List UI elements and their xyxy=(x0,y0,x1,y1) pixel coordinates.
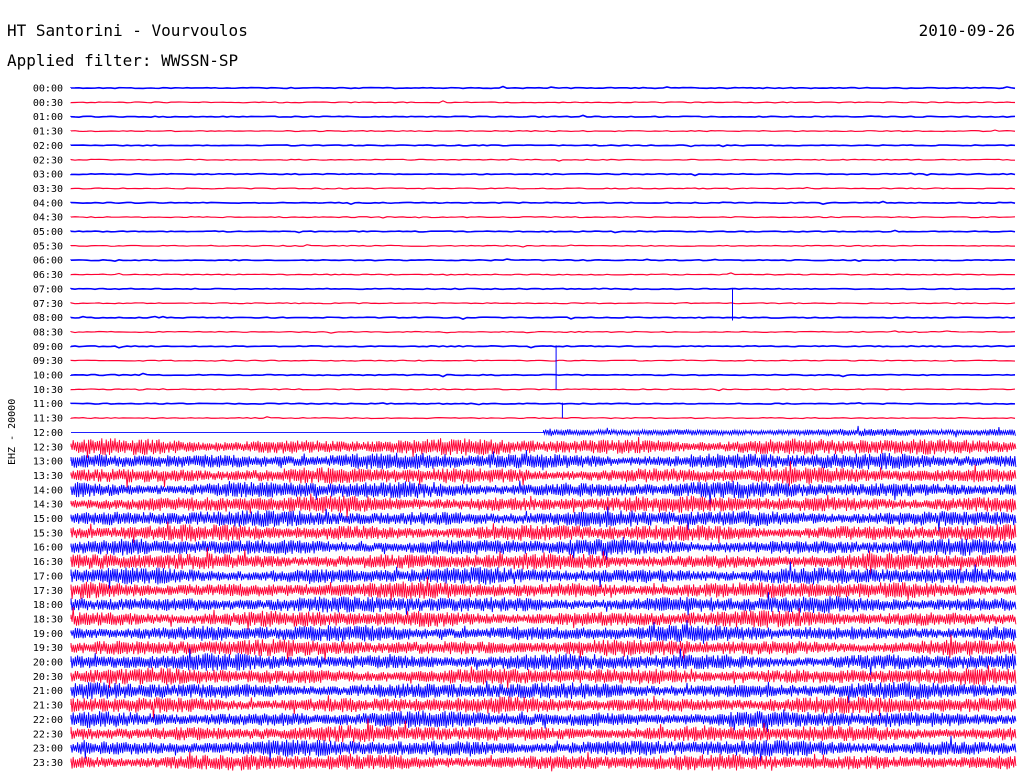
trace-row xyxy=(70,200,1016,206)
row-time-label: 09:30 xyxy=(33,356,63,367)
row-time-label: 01:00 xyxy=(33,112,63,123)
trace-row xyxy=(70,244,1016,248)
trace-row xyxy=(70,695,1017,719)
row-time-label: 11:30 xyxy=(33,414,63,425)
trace-row xyxy=(70,114,1016,118)
row-time-label: 15:00 xyxy=(33,514,63,525)
row-time-label: 22:30 xyxy=(33,729,63,740)
row-time-label: 21:30 xyxy=(33,701,63,712)
trace-row xyxy=(70,416,1016,420)
row-time-label: 10:00 xyxy=(33,371,63,382)
trace-row xyxy=(70,315,1016,320)
row-time-label: 16:30 xyxy=(33,557,63,568)
row-time-label: 07:00 xyxy=(33,284,63,295)
helicorder-plot: 00:00 00:30 01:00 01:30 02:00 02:30 03:00 03:30… xyxy=(7,84,1017,772)
helicorder-page: HT Santorini - Vourvoulos 2010-09-26 App… xyxy=(0,0,1024,780)
trace-row xyxy=(70,144,1016,148)
row-time-label: 21:00 xyxy=(33,686,63,697)
row-time-label: 11:00 xyxy=(33,399,63,410)
trace-row xyxy=(70,372,1016,378)
row-time-label: 01:30 xyxy=(33,127,63,138)
row-time-label: 14:30 xyxy=(33,500,63,511)
row-time-label: 02:30 xyxy=(33,155,63,166)
row-label-group: 00:00 00:30 01:00 01:30 02:00 02:30 03:00 03:30… xyxy=(33,84,63,769)
trace-row xyxy=(70,100,1016,104)
trace-row xyxy=(70,172,1016,177)
trace-group xyxy=(70,85,1017,772)
trace-row xyxy=(70,592,1017,616)
trace-row xyxy=(70,287,1016,291)
row-time-label: 19:00 xyxy=(33,629,63,640)
row-time-label: 07:30 xyxy=(33,299,63,310)
trace-row xyxy=(70,751,1017,772)
trace-row xyxy=(70,302,1016,305)
trace-row xyxy=(70,680,1017,704)
row-time-label: 08:30 xyxy=(33,327,63,338)
row-time-label: 12:00 xyxy=(33,428,63,439)
row-time-label: 06:30 xyxy=(33,270,63,281)
row-time-label: 14:00 xyxy=(33,485,63,496)
trace-row xyxy=(70,607,1017,630)
trace-row xyxy=(70,158,1016,162)
trace-row xyxy=(70,85,1016,90)
row-time-label: 10:30 xyxy=(33,385,63,396)
row-time-label: 04:00 xyxy=(33,198,63,209)
trace-row xyxy=(70,521,1017,544)
trace-row xyxy=(70,493,1017,518)
trace-row xyxy=(70,186,1016,190)
row-time-label: 03:30 xyxy=(33,184,63,195)
trace-row xyxy=(70,436,1017,458)
row-time-label: 23:00 xyxy=(33,744,63,755)
row-time-label: 20:00 xyxy=(33,658,63,669)
row-time-label: 17:00 xyxy=(33,571,63,582)
trace-row xyxy=(70,388,1016,392)
row-time-label: 04:30 xyxy=(33,213,63,224)
row-time-label: 13:30 xyxy=(33,471,63,482)
trace-row xyxy=(70,359,1016,362)
row-time-label: 05:00 xyxy=(33,227,63,238)
row-time-label: 13:00 xyxy=(33,457,63,468)
row-time-label: 00:30 xyxy=(33,98,63,109)
row-time-label: 20:30 xyxy=(33,672,63,683)
trace-row xyxy=(71,425,1016,438)
channel-label: EHZ - 20000 xyxy=(7,399,18,465)
row-time-label: 19:30 xyxy=(33,643,63,654)
trace-row xyxy=(70,129,1016,133)
row-time-label: 09:00 xyxy=(33,342,63,353)
row-time-label: 03:00 xyxy=(33,170,63,181)
row-time-label: 18:30 xyxy=(33,614,63,625)
row-time-label: 08:00 xyxy=(33,313,63,324)
row-time-label: 05:30 xyxy=(33,241,63,252)
row-time-label: 06:00 xyxy=(33,256,63,267)
trace-row xyxy=(70,450,1017,471)
trace-row xyxy=(70,401,1016,406)
trace-row xyxy=(70,272,1016,276)
row-time-label: 23:30 xyxy=(33,758,63,769)
row-time-label: 02:00 xyxy=(33,141,63,152)
row-time-label: 12:30 xyxy=(33,442,63,453)
row-time-label: 18:00 xyxy=(33,600,63,611)
row-time-label: 16:00 xyxy=(33,543,63,554)
row-time-label: 17:30 xyxy=(33,586,63,597)
row-time-label: 15:30 xyxy=(33,528,63,539)
trace-row xyxy=(70,345,1016,349)
trace-row xyxy=(70,258,1016,263)
trace-row xyxy=(70,330,1016,334)
trace-row xyxy=(70,216,1016,219)
trace-row xyxy=(70,229,1016,234)
row-time-label: 22:00 xyxy=(33,715,63,726)
row-time-label: 00:00 xyxy=(33,84,63,95)
